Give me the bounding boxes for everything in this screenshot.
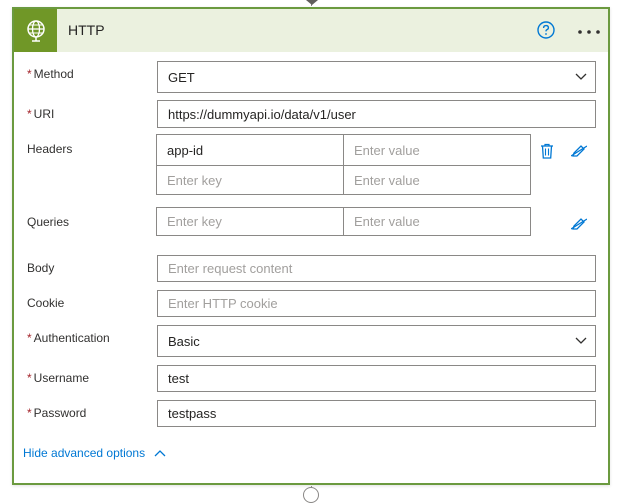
password-input[interactable]: testpass	[157, 400, 596, 427]
uri-value: https://dummyapi.io/data/v1/user	[168, 106, 356, 122]
required-marker: *	[27, 67, 32, 81]
password-label: * Password	[27, 406, 86, 420]
cookie-label: Cookie	[27, 296, 64, 310]
globe-icon	[14, 9, 57, 52]
card-header[interactable]: HTTP	[14, 9, 608, 52]
header-key-input[interactable]: Enter key	[156, 165, 344, 195]
switch-to-text-mode-icon[interactable]	[571, 145, 587, 157]
queries-label-text: Queries	[27, 215, 70, 229]
username-label-text: Username	[33, 371, 90, 385]
header-value-input[interactable]: Enter value	[343, 134, 531, 166]
authentication-label-text: Authentication	[33, 331, 110, 345]
username-label: * Username	[27, 371, 89, 385]
body-label-text: Body	[27, 261, 55, 275]
required-marker: *	[27, 406, 32, 420]
chevron-down-icon	[575, 73, 587, 80]
required-marker: *	[27, 107, 32, 121]
password-value: testpass	[168, 406, 217, 421]
more-options-icon[interactable]	[574, 18, 604, 40]
method-value: GET	[168, 69, 195, 85]
queries-label: Queries	[27, 215, 69, 229]
hide-advanced-options-link[interactable]: Hide advanced options	[23, 446, 166, 460]
header-key-value: app-id	[167, 142, 204, 158]
uri-label: * URI	[27, 107, 54, 121]
body-placeholder: Enter request content	[168, 261, 293, 276]
uri-input[interactable]: https://dummyapi.io/data/v1/user	[157, 100, 596, 128]
headers-label-text: Headers	[27, 142, 73, 156]
authentication-select[interactable]: Basic	[157, 325, 596, 357]
username-input[interactable]: test	[157, 365, 596, 392]
uri-label-text: URI	[33, 107, 55, 121]
header-value-placeholder: Enter value	[354, 172, 420, 188]
help-icon[interactable]	[536, 20, 556, 40]
cookie-placeholder: Enter HTTP cookie	[168, 296, 278, 311]
switch-to-text-mode-icon[interactable]	[571, 218, 587, 230]
authentication-value: Basic	[168, 333, 200, 349]
header-key-placeholder: Enter key	[167, 172, 222, 188]
flow-arrow-icon	[306, 0, 318, 5]
required-marker: *	[27, 331, 32, 345]
method-select[interactable]: GET	[157, 61, 596, 93]
required-marker: *	[27, 371, 32, 385]
body-label: Body	[27, 261, 54, 275]
card-title: HTTP	[68, 22, 105, 38]
header-value-input[interactable]: Enter value	[343, 165, 531, 195]
header-key-input[interactable]: app-id	[156, 134, 344, 166]
chevron-up-icon	[154, 450, 166, 457]
http-action-card: HTTP * Method GET * URI https://dummyapi.i…	[12, 7, 610, 485]
query-value-input[interactable]: Enter value	[343, 207, 531, 236]
username-value: test	[168, 371, 189, 386]
query-key-placeholder: Enter key	[167, 214, 222, 229]
query-value-placeholder: Enter value	[354, 214, 420, 229]
method-label-text: Method	[33, 67, 74, 81]
chevron-down-icon	[575, 337, 587, 344]
password-label-text: Password	[33, 406, 87, 420]
cookie-input[interactable]: Enter HTTP cookie	[157, 290, 596, 317]
body-input[interactable]: Enter request content	[157, 255, 596, 282]
header-value-placeholder: Enter value	[354, 142, 420, 158]
add-step-circle-icon[interactable]	[303, 487, 319, 503]
headers-label: Headers	[27, 142, 72, 156]
trash-icon[interactable]	[540, 143, 554, 159]
cookie-label-text: Cookie	[27, 296, 65, 310]
authentication-label: * Authentication	[27, 331, 110, 345]
query-key-input[interactable]: Enter key	[156, 207, 344, 236]
method-label: * Method	[27, 67, 74, 81]
advanced-options-label: Hide advanced options	[23, 446, 146, 460]
